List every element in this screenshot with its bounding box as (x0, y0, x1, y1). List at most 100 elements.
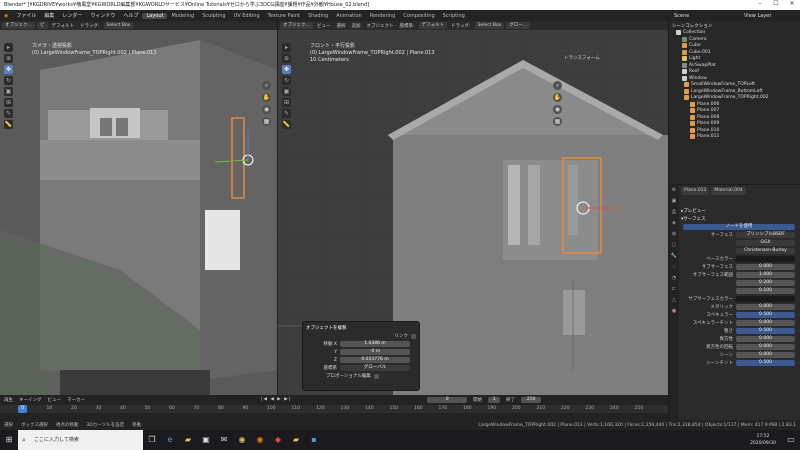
task-view-icon[interactable]: ❐ (143, 430, 161, 450)
orientation-dropdown[interactable]: グローバル (340, 365, 410, 371)
ortho-toggle-icon[interactable]: ▦ (262, 117, 271, 126)
render-tab-icon[interactable]: ▣ (669, 196, 679, 207)
move-y-field[interactable]: -0 m (340, 349, 410, 355)
subsurface-method-dropdown[interactable]: Christensen-Burley (736, 248, 795, 254)
right-add-menu[interactable]: 追加 (350, 23, 363, 29)
select-tool-icon[interactable]: ▸ (4, 43, 13, 52)
particles-tab-icon[interactable]: ∴ (669, 262, 679, 273)
right-orientation-dropdown[interactable]: デフォルト (418, 22, 448, 29)
timeline-keying-menu[interactable]: キーイング (19, 397, 42, 403)
hand-icon[interactable]: ✋ (553, 93, 562, 102)
timeline-marker-menu[interactable]: マーカー (67, 397, 85, 403)
shader-input-field[interactable]: 0.500 (736, 312, 795, 318)
right-object-menu[interactable]: オブジェクト (365, 23, 396, 29)
left-select-box[interactable]: Select Box (103, 22, 134, 29)
use-nodes-button[interactable]: ノードを使用 (683, 224, 795, 230)
blender-logo-icon[interactable]: ◉ (0, 13, 12, 19)
shader-input-field[interactable]: 0.000 (736, 344, 795, 350)
close-icon[interactable]: ✕ (784, 0, 800, 10)
mail-icon[interactable]: ✉ (215, 430, 233, 450)
shader-input-field[interactable]: 0.500 (736, 328, 795, 334)
annotate-tool-icon[interactable]: ✎ (282, 109, 291, 118)
shader-input-field[interactable]: 0.500 (736, 360, 795, 366)
taskbar-search[interactable]: ⌕ ここに入力して検索 (18, 430, 143, 450)
workspace-tab-sculpting[interactable]: Sculpting (198, 13, 229, 19)
scene-tab-icon[interactable]: ◈ (669, 218, 679, 229)
shader-input-field[interactable]: 0.000 (736, 320, 795, 326)
maximize-icon[interactable]: ☐ (768, 0, 784, 10)
measure-tool-icon[interactable]: 📏 (282, 120, 291, 129)
transform-tool-icon[interactable]: ⊞ (282, 98, 291, 107)
minimize-icon[interactable]: – (752, 0, 768, 10)
tool-tab-icon[interactable]: ⚙ (669, 185, 679, 196)
shader-input-field[interactable]: 0.200 (736, 280, 795, 286)
shader-input-field[interactable]: 0.000 (736, 336, 795, 342)
menu-help[interactable]: ヘルプ (119, 12, 142, 19)
menu-file[interactable]: ファイル (12, 12, 40, 19)
playhead[interactable]: 0 (18, 405, 27, 413)
workspace-tab-compositing[interactable]: Compositing (399, 13, 438, 19)
app-icon[interactable]: ◆ (269, 430, 287, 450)
blender-taskbar-icon[interactable]: ◉ (251, 430, 269, 450)
edge-icon[interactable]: e (161, 430, 179, 450)
right-transform-orientation[interactable]: グロー… (506, 22, 531, 29)
left-view-menu[interactable]: ビ (37, 22, 48, 29)
workspace-tab-rendering[interactable]: Rendering (366, 13, 400, 19)
shader-input-field[interactable] (736, 256, 795, 262)
scale-tool-icon[interactable]: ▣ (4, 87, 13, 96)
menu-edit[interactable]: 編集 (40, 12, 58, 19)
outliner-item[interactable]: Plane.011 (672, 134, 797, 141)
workspace-tab-shading[interactable]: Shading (304, 13, 332, 19)
scene-selector[interactable]: Scene (670, 13, 740, 19)
workspace-tab-animation[interactable]: Animation (332, 13, 366, 19)
workspace-tab-scripting[interactable]: Scripting (439, 13, 469, 19)
transform-tool-icon[interactable]: ⊞ (4, 98, 13, 107)
windows-start-icon[interactable]: ⊞ (0, 430, 18, 450)
workspace-tab-texture-paint[interactable]: Texture Paint (264, 13, 304, 19)
zoom-icon[interactable]: ⌕ (262, 81, 271, 90)
end-frame-field[interactable]: 250 (521, 396, 542, 403)
taskbar-clock[interactable]: 17:52 2020/09/30 (750, 433, 782, 447)
left-orientation[interactable]: デフォルト (50, 23, 77, 29)
menu-window[interactable]: ウィンドウ (86, 12, 119, 19)
timeline-playback-menu[interactable]: 再生 (4, 397, 13, 403)
surface-shader-dropdown[interactable]: プリンシプルBSDF (736, 232, 795, 238)
ortho-toggle-icon[interactable]: ▦ (553, 117, 562, 126)
transform-sidebar-tab[interactable]: トランスフォーム (564, 55, 600, 61)
move-tool-icon[interactable]: ✥ (282, 65, 291, 74)
output-tab-icon[interactable]: ⎙ (669, 207, 679, 218)
explorer-icon[interactable]: ▰ (179, 430, 197, 450)
annotate-tool-icon[interactable]: ✎ (4, 109, 13, 118)
select-tool-icon[interactable]: ▸ (282, 43, 291, 52)
shader-input-field[interactable]: 0.100 (736, 288, 795, 294)
cursor-tool-icon[interactable]: ⊕ (4, 54, 13, 63)
surface-section[interactable]: ▾ サーフェス (681, 215, 798, 223)
data-tab-icon[interactable]: △ (669, 295, 679, 306)
object-context[interactable]: Plane.013 (681, 187, 710, 195)
zoom-icon[interactable]: ⌕ (553, 81, 562, 90)
camera-view-icon[interactable]: ◉ (553, 105, 562, 114)
material-context[interactable]: Material.004 (711, 187, 746, 195)
move-z-field[interactable]: 0.033776 m (340, 357, 410, 363)
photoshop-icon[interactable]: ▪ (305, 430, 323, 450)
shader-input-field[interactable]: 0.000 (736, 352, 795, 358)
right-viewport[interactable]: オブジェク… ビュー 選択 追加 オブジェクト 座標系: デフォルト ドラッグ:… (278, 21, 668, 395)
timeline[interactable]: 再生 キーイング ビュー マーカー |◀ ◀ ▶ ▶| 0 開始 1 終了 25… (0, 395, 668, 420)
scale-tool-icon[interactable]: ▣ (282, 87, 291, 96)
move-x-field[interactable]: 1.0386 m (340, 341, 410, 347)
move-tool-icon[interactable]: ✥ (4, 65, 13, 74)
duplicate-operator-panel[interactable]: オブジェクトを複製 リンク 移動 X 1.0386 m Y -0 m Z 0.0… (302, 321, 420, 391)
left-viewport[interactable]: オブジェク… ビ デフォルト ドラッグ: Select Box カメラ・透視投影… (0, 21, 277, 395)
timeline-view-menu[interactable]: ビュー (48, 397, 62, 403)
right-select-box[interactable]: Select Box (474, 22, 505, 29)
workspace-tab-uv-editing[interactable]: UV Editing (230, 13, 264, 19)
current-frame-field[interactable]: 0 (427, 396, 468, 403)
shader-input-field[interactable]: 0.000 (736, 264, 795, 270)
physics-tab-icon[interactable]: ◔ (669, 273, 679, 284)
object-tab-icon[interactable]: ▢ (669, 240, 679, 251)
world-tab-icon[interactable]: ◍ (669, 229, 679, 240)
constraint-tab-icon[interactable]: ⊏ (669, 284, 679, 295)
notification-icon[interactable]: ▭ (782, 430, 800, 450)
camera-view-icon[interactable]: ◉ (262, 105, 271, 114)
view-layer-selector[interactable]: View Layer (740, 13, 800, 19)
